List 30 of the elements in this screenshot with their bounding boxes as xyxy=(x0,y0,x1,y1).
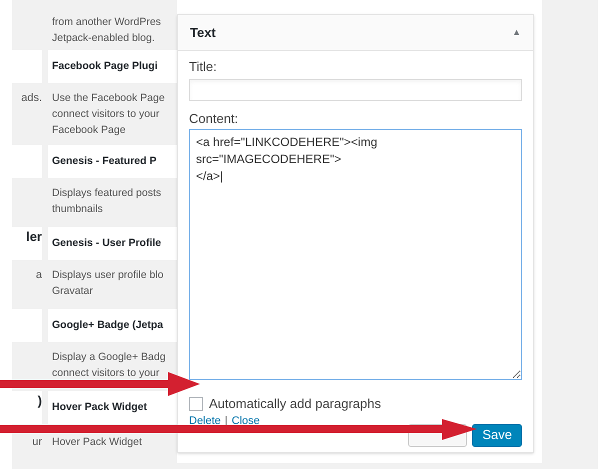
widget-title: ) xyxy=(38,392,42,410)
widget-card[interactable]: Google+ Badge (Jetpa xyxy=(48,309,177,342)
widget-card[interactable]: Genesis - Featured P xyxy=(48,145,177,178)
widget-card[interactable]: Facebook Page Plugi xyxy=(48,50,177,83)
checkbox-label: Automatically add paragraphs xyxy=(209,395,381,413)
widget-card[interactable]: ) xyxy=(12,391,42,424)
field-label: Content: xyxy=(189,110,240,128)
title-input[interactable] xyxy=(189,78,522,100)
widget-title: ler xyxy=(26,228,42,246)
panel-link[interactable]: Close xyxy=(232,414,260,426)
field-label: Title: xyxy=(189,58,218,76)
widget-card[interactable]: ler xyxy=(12,227,42,260)
collapse-toggle[interactable]: ▲ xyxy=(512,26,521,40)
save-button[interactable]: Save xyxy=(472,424,522,446)
widget-description: Hover Pack Widget xyxy=(52,435,142,450)
content-textarea[interactable]: <a href="LINKCODEHERE"><img src="IMAGECODEHERE"> </a>| xyxy=(189,129,522,380)
widget-card[interactable]: Hover Pack Widget xyxy=(48,391,177,424)
widget-description: ads. xyxy=(21,91,42,106)
panel-header[interactable]: Text ▲ xyxy=(178,15,533,51)
checkbox[interactable] xyxy=(189,396,203,411)
widget-description: ur xyxy=(32,435,42,450)
panel-title: Text xyxy=(190,24,216,42)
panel-link[interactable]: Delete xyxy=(189,414,221,426)
widget-description: Displays user profile blo Gravatar xyxy=(52,268,164,299)
widget-description: Use the Facebook Page connect visitors to your Facebook Page xyxy=(52,91,165,138)
widget-description: from another WordPres Jetpack-enabled blog. xyxy=(52,15,161,46)
widget-description: Displays featured posts thumbnails xyxy=(52,186,162,217)
widget-description: a xyxy=(36,268,42,283)
widget-card[interactable]: Genesis - User Profile xyxy=(48,227,177,260)
widget-description: Display a Google+ Badg connect visitors to your xyxy=(52,350,166,381)
